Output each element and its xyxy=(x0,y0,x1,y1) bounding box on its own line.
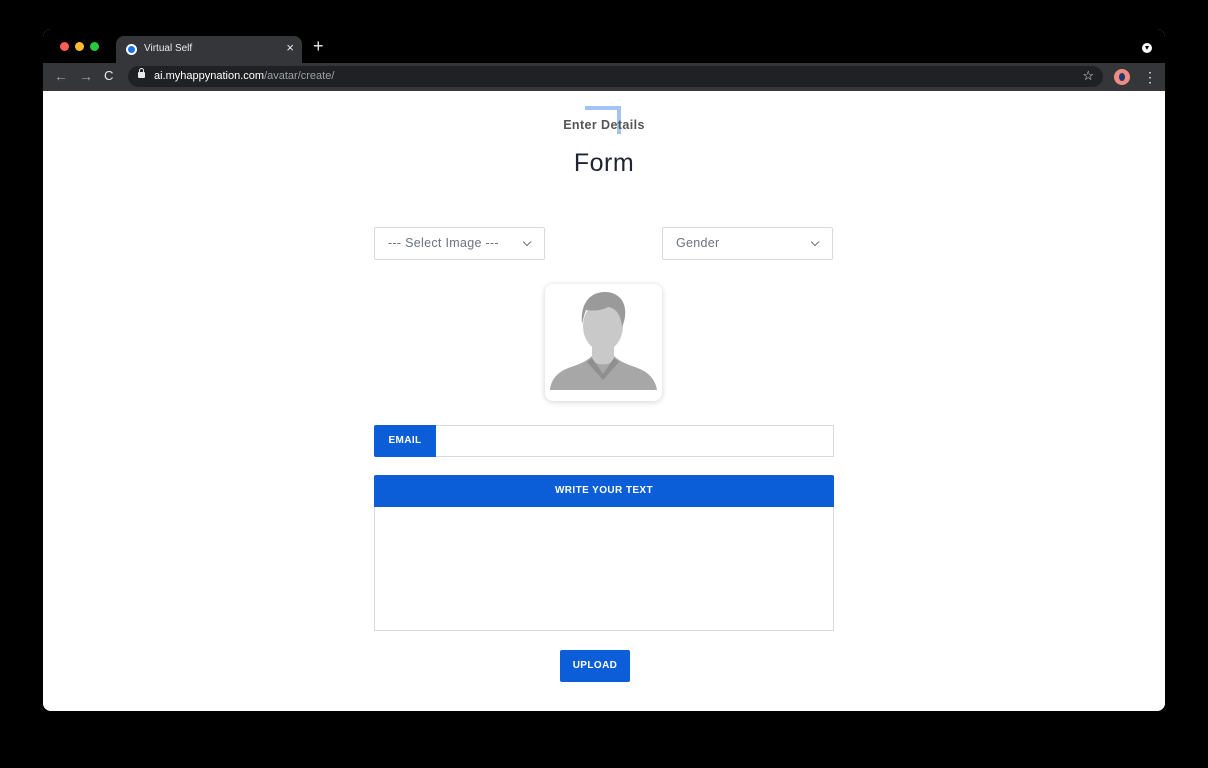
person-placeholder-icon xyxy=(550,292,657,390)
select-image-dropdown[interactable]: --- Select Image --- xyxy=(374,227,545,260)
page-content: Enter Details Form --- Select Image --- … xyxy=(43,91,1165,711)
back-arrow-icon[interactable]: ← xyxy=(54,68,68,84)
browser-toolbar: ← → C ai.myhappynation.com/avatar/create… xyxy=(43,63,1165,91)
reload-icon[interactable]: C xyxy=(104,68,113,84)
lock-icon[interactable] xyxy=(138,68,145,78)
browser-menu-icon[interactable]: ⋮ xyxy=(1143,69,1157,85)
browser-window: Virtual Self × + ← → C ai.myhappynation.… xyxy=(43,29,1165,711)
maximize-window-button[interactable] xyxy=(90,42,99,51)
chevron-down-icon xyxy=(810,237,820,247)
url-path: /avatar/create/ xyxy=(264,70,335,82)
tab-title: Virtual Self xyxy=(144,43,193,54)
address-bar[interactable]: ai.myhappynation.com/avatar/create/ ☆ xyxy=(128,66,1103,87)
avatar-preview xyxy=(545,284,662,401)
text-input[interactable] xyxy=(374,507,834,631)
section-eyebrow: Enter Details xyxy=(563,118,645,132)
new-tab-icon[interactable]: + xyxy=(313,37,324,55)
email-field[interactable] xyxy=(436,425,834,457)
email-field-group: EMAIL xyxy=(374,425,834,457)
upload-button[interactable]: UPLOAD xyxy=(560,650,630,682)
gender-value: Gender xyxy=(676,236,720,250)
select-image-value: --- Select Image --- xyxy=(388,236,499,250)
tab-bar: Virtual Self × + xyxy=(43,29,1165,63)
site-favicon-icon xyxy=(126,44,137,55)
minimize-window-button[interactable] xyxy=(75,42,84,51)
browser-tab[interactable]: Virtual Self × xyxy=(116,36,302,63)
profile-avatar-icon[interactable] xyxy=(1114,69,1130,85)
close-window-button[interactable] xyxy=(60,42,69,51)
url-text[interactable]: ai.myhappynation.com/avatar/create/ xyxy=(154,70,334,82)
url-host: ai.myhappynation.com xyxy=(154,70,265,82)
tab-close-icon[interactable]: × xyxy=(286,41,294,55)
tab-search-icon[interactable] xyxy=(1142,43,1152,53)
chevron-down-icon xyxy=(522,237,532,247)
bookmark-star-icon[interactable]: ☆ xyxy=(1082,68,1094,84)
page-title: Form xyxy=(573,149,635,177)
text-section-header: WRITE YOUR TEXT xyxy=(374,475,834,507)
forward-arrow-icon[interactable]: → xyxy=(79,68,93,84)
gender-dropdown[interactable]: Gender xyxy=(662,227,833,260)
email-label: EMAIL xyxy=(374,425,436,457)
